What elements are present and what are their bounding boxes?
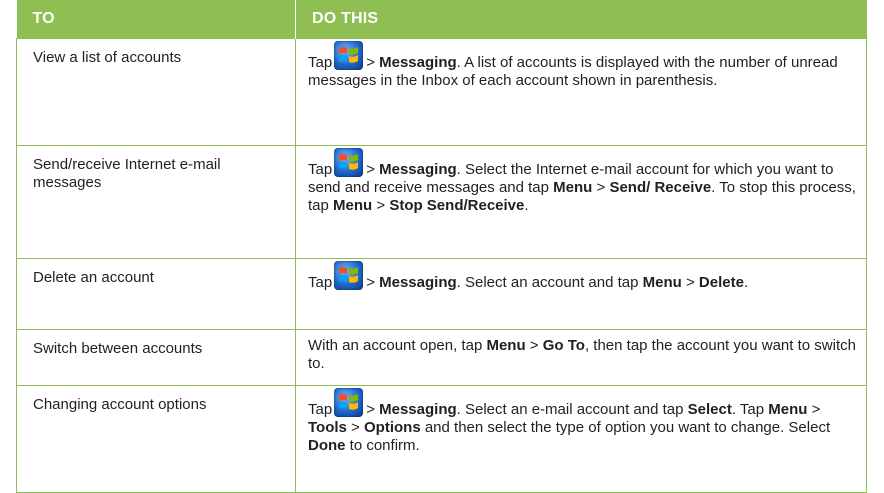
messaging-label: Messaging bbox=[379, 274, 457, 291]
messaging-label: Messaging bbox=[379, 54, 457, 71]
table-row: Send/receive Internet e-mail messages Ta… bbox=[16, 145, 867, 259]
gt-symbol: > bbox=[592, 179, 610, 196]
go-to-label: Go To bbox=[542, 337, 585, 354]
select-label: Select bbox=[687, 401, 732, 418]
windows-start-icon bbox=[334, 261, 364, 290]
action-cell: With an account open, tap Menu > Go To, … bbox=[295, 329, 867, 386]
tap-text: Tap bbox=[308, 54, 333, 71]
task-cell: Switch between accounts bbox=[16, 329, 296, 386]
action-text: . bbox=[524, 197, 529, 214]
table-row: Switch between accounts With an account … bbox=[16, 329, 867, 386]
gt-symbol: > bbox=[807, 401, 821, 418]
menu-label: Menu bbox=[333, 197, 373, 214]
action-cell: Tap > Messaging. Select an e-mail account… bbox=[295, 385, 867, 493]
send-receive-label: Send/ Receive bbox=[609, 179, 712, 196]
gt-symbol: > bbox=[366, 54, 375, 71]
menu-label: Menu bbox=[486, 337, 526, 354]
delete-label: Delete bbox=[698, 274, 744, 291]
windows-start-icon bbox=[334, 148, 364, 177]
tap-text: Tap bbox=[308, 274, 333, 291]
table-row: Changing account options Tap > Messaging.… bbox=[16, 385, 867, 493]
task-cell: View a list of accounts bbox=[16, 38, 296, 146]
action-text: . Select an account and tap bbox=[456, 274, 643, 291]
windows-start-icon bbox=[334, 388, 364, 417]
action-text: . Select an e-mail account and tap bbox=[456, 401, 688, 418]
task-cell: Send/receive Internet e-mail messages bbox=[16, 145, 296, 259]
menu-label: Menu bbox=[553, 179, 593, 196]
action-cell: Tap > Messaging. Select an account and ta… bbox=[295, 258, 867, 330]
action-text: With an account open, tap bbox=[308, 337, 487, 354]
action-cell: Tap > Messaging. A list of accounts is di… bbox=[295, 38, 867, 146]
table-header-row: TO DO THIS bbox=[16, 0, 867, 39]
gt-symbol: > bbox=[525, 337, 543, 354]
action-cell: Tap > Messaging. Select the Internet e-ma… bbox=[295, 145, 867, 259]
task-cell: Delete an account bbox=[16, 258, 296, 330]
tap-text: Tap bbox=[308, 401, 333, 418]
instructions-table: TO DO THIS View a list of accounts Tap > … bbox=[16, 0, 867, 493]
stop-send-receive-label: Stop Send/Receive bbox=[389, 197, 525, 214]
header-to: TO bbox=[16, 0, 296, 39]
menu-label: Menu bbox=[768, 401, 808, 418]
action-text: . Tap bbox=[731, 401, 769, 418]
gt-symbol: > bbox=[366, 401, 375, 418]
task-cell: Changing account options bbox=[16, 385, 296, 493]
messaging-label: Messaging bbox=[379, 161, 457, 178]
tap-text: Tap bbox=[308, 161, 333, 178]
messaging-label: Messaging bbox=[379, 401, 457, 418]
table-row: View a list of accounts Tap > Messaging. … bbox=[16, 38, 867, 146]
options-label: Options bbox=[364, 419, 421, 436]
gt-symbol: > bbox=[372, 197, 390, 214]
action-text: and then select the type of option you w… bbox=[420, 419, 831, 436]
header-do-this: DO THIS bbox=[295, 0, 867, 39]
gt-symbol: > bbox=[346, 419, 364, 436]
gt-symbol: > bbox=[366, 161, 375, 178]
gt-symbol: > bbox=[366, 274, 375, 291]
menu-label: Menu bbox=[642, 274, 682, 291]
tools-label: Tools bbox=[308, 419, 347, 436]
table-row: Delete an account Tap > Messaging. Select… bbox=[16, 258, 867, 330]
windows-start-icon bbox=[334, 41, 364, 70]
action-text: . bbox=[743, 274, 749, 291]
gt-symbol: > bbox=[681, 274, 699, 291]
